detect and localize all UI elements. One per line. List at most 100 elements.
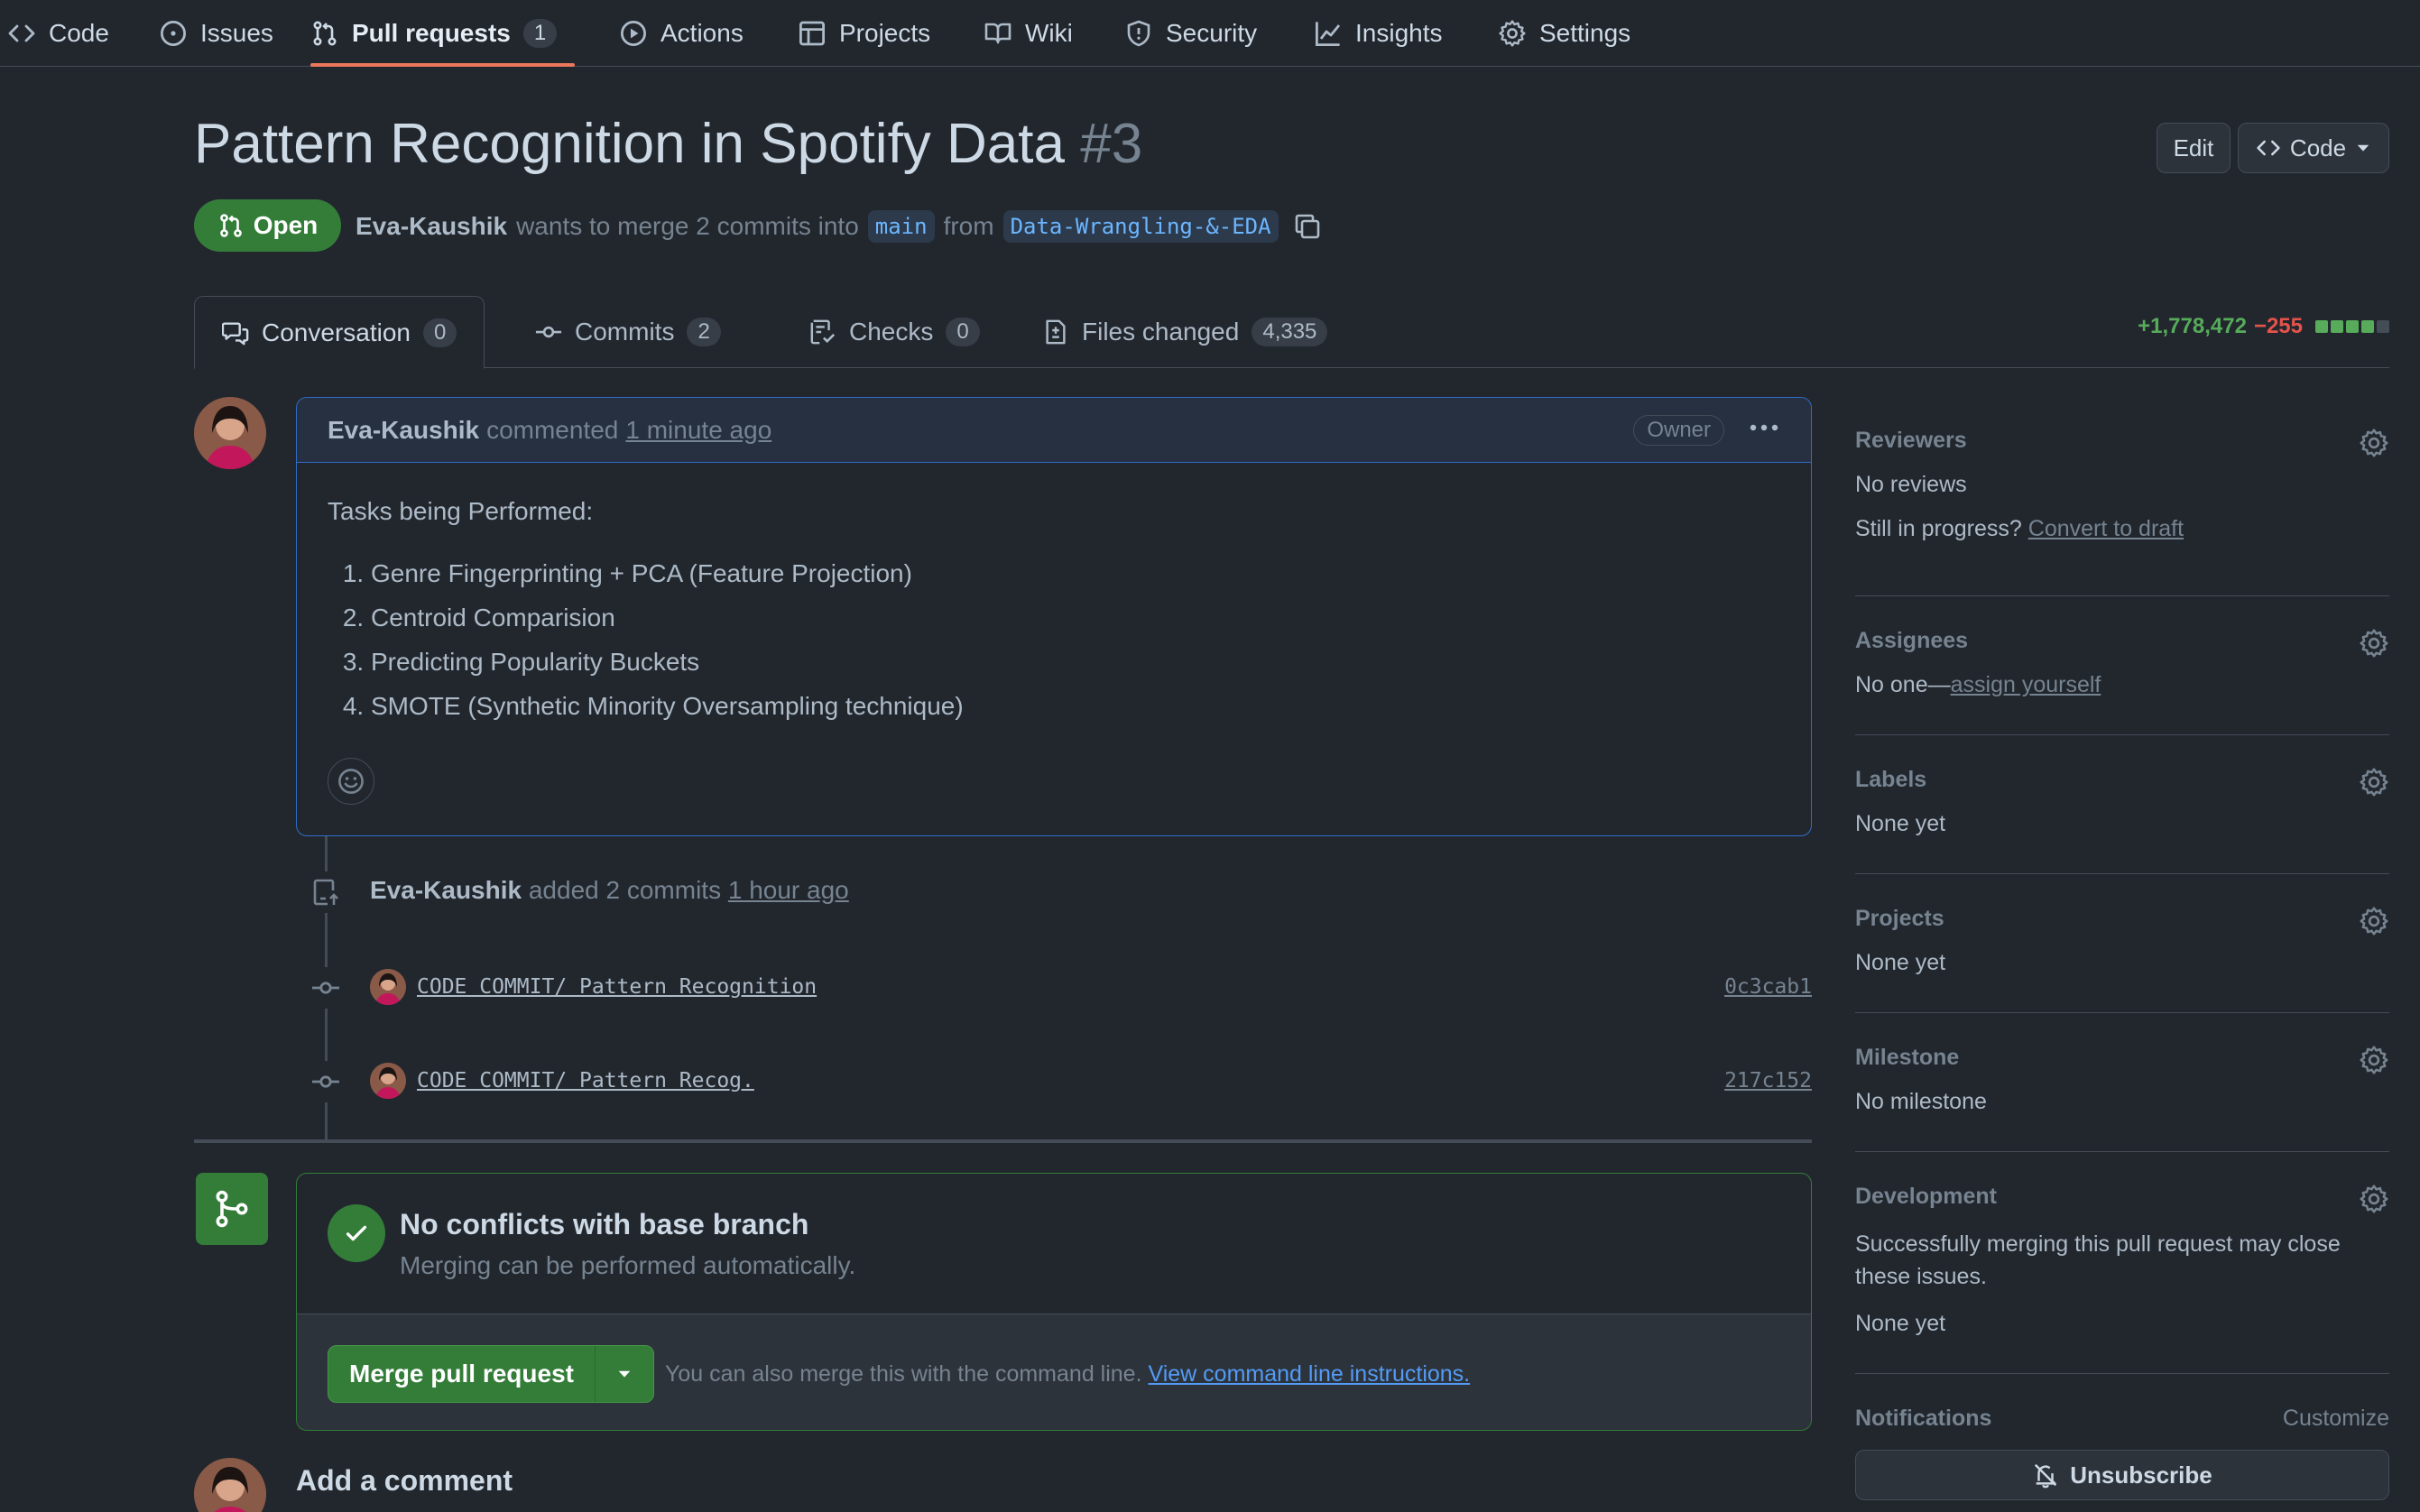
- gear-icon[interactable]: [2359, 767, 2389, 797]
- nav-actions[interactable]: Actions: [619, 0, 744, 67]
- gear-icon[interactable]: [2359, 628, 2389, 659]
- add-reaction-button[interactable]: [328, 758, 374, 805]
- avatar[interactable]: [194, 397, 266, 469]
- push-event: Eva-Kaushik added 2 commits 1 hour ago: [370, 876, 849, 905]
- avatar[interactable]: [370, 969, 406, 1005]
- tab-conversation[interactable]: Conversation 0: [194, 296, 485, 369]
- diffstat-block: [2377, 320, 2389, 333]
- nav-insights-label: Insights: [1355, 19, 1443, 47]
- development-value: None yet: [1855, 1311, 1946, 1336]
- commit-message[interactable]: CODE COMMIT/ Pattern Recog.: [417, 1069, 754, 1093]
- git-merge-icon: [196, 1173, 268, 1245]
- merge-hint: You can also merge this with the command…: [665, 1361, 1470, 1388]
- check-icon: [328, 1204, 385, 1262]
- pr-state-label: Open: [253, 211, 319, 239]
- merge-status-title: No conflicts with base branch: [400, 1208, 809, 1240]
- nav-settings[interactable]: Settings: [1498, 0, 1630, 67]
- commit-sha[interactable]: 0c3cab1: [1724, 975, 1812, 999]
- commit-message[interactable]: CODE COMMIT/ Pattern Recognition: [417, 975, 817, 999]
- gear-icon[interactable]: [2359, 428, 2389, 458]
- reviewers-title[interactable]: Reviewers: [1855, 428, 2389, 454]
- sidebar-labels: Labels None yet: [1855, 767, 2389, 848]
- pr-author-link[interactable]: Eva-Kaushik: [356, 212, 507, 241]
- triangle-down-icon: [2355, 140, 2371, 156]
- tab-checks-label: Checks: [849, 318, 934, 346]
- tab-commits[interactable]: Commits 2: [508, 296, 748, 368]
- nav-wiki[interactable]: Wiki: [984, 0, 1073, 67]
- owner-badge: Owner: [1633, 415, 1724, 446]
- diffstat-bar: [2315, 320, 2389, 333]
- command-line-instructions-link[interactable]: View command line instructions.: [1148, 1361, 1470, 1387]
- customize-link[interactable]: Customize: [2283, 1406, 2389, 1432]
- push-time[interactable]: 1 hour ago: [728, 876, 849, 904]
- head-branch[interactable]: Data-Wrangling-&-EDA: [1002, 210, 1279, 243]
- commit-sha[interactable]: 217c152: [1724, 1069, 1812, 1093]
- tab-checks-count: 0: [946, 318, 980, 346]
- tab-commits-count: 2: [687, 318, 721, 346]
- milestone-title[interactable]: Milestone: [1855, 1045, 2389, 1071]
- nav-issues-label: Issues: [200, 19, 273, 47]
- nav-projects-label: Projects: [839, 19, 931, 47]
- projects-value: None yet: [1855, 950, 1946, 975]
- gear-icon[interactable]: [2359, 1184, 2389, 1214]
- pr-tabs: Conversation 0 Commits 2 Checks 0 Files …: [194, 296, 2389, 369]
- avatar[interactable]: [370, 1063, 406, 1099]
- reviewers-value: No reviews: [1855, 472, 1967, 497]
- base-branch[interactable]: main: [867, 210, 935, 243]
- code-icon: [2256, 135, 2281, 161]
- nav-issues[interactable]: Issues: [159, 0, 273, 67]
- diffstat-additions: +1,778,472: [2138, 314, 2247, 338]
- nav-security-label: Security: [1166, 19, 1258, 47]
- nav-code[interactable]: Code: [7, 0, 109, 67]
- tab-files-changed[interactable]: Files changed 4,335: [1015, 296, 1354, 368]
- push-author[interactable]: Eva-Kaushik: [370, 876, 522, 904]
- merge-actions: Merge pull request You can also merge th…: [297, 1314, 1811, 1430]
- labels-title[interactable]: Labels: [1855, 767, 2389, 793]
- nav-code-label: Code: [49, 19, 109, 47]
- code-dropdown-button[interactable]: Code: [2238, 123, 2389, 173]
- nav-projects[interactable]: Projects: [798, 0, 930, 67]
- merge-method-dropdown[interactable]: [596, 1346, 653, 1402]
- push-text: added 2 commits: [528, 876, 722, 904]
- development-title[interactable]: Development: [1855, 1184, 2389, 1210]
- pr-description-comment: Eva-Kaushik commented 1 minute ago Owner…: [296, 397, 1812, 836]
- tab-checks[interactable]: Checks 0: [782, 296, 1007, 368]
- table-icon: [798, 19, 827, 48]
- merge-pull-request-button[interactable]: Merge pull request: [328, 1346, 596, 1402]
- copy-icon[interactable]: [1293, 212, 1322, 241]
- repo-push-icon: [305, 871, 346, 913]
- merge-button-group: Merge pull request: [328, 1345, 654, 1403]
- comment-author[interactable]: Eva-Kaushik: [328, 416, 479, 445]
- tab-files-changed-count: 4,335: [1252, 318, 1328, 346]
- sidebar-notifications: Notifications Customize: [1855, 1406, 2389, 1442]
- code-icon: [7, 19, 36, 48]
- git-pull-request-icon: [217, 212, 245, 239]
- nav-pull-requests[interactable]: Pull requests 1: [310, 0, 576, 67]
- assign-yourself-link[interactable]: assign yourself: [1951, 672, 2101, 697]
- list-item: Genre Fingerprinting + PCA (Feature Proj…: [371, 551, 1780, 595]
- nav-pull-requests-label: Pull requests: [352, 19, 511, 47]
- avatar[interactable]: [194, 1458, 266, 1512]
- tab-files-changed-label: Files changed: [1082, 318, 1240, 346]
- merge-box: No conflicts with base branch Merging ca…: [296, 1173, 1812, 1431]
- kebab-horizontal-icon[interactable]: [1748, 414, 1780, 441]
- nav-security[interactable]: Security: [1124, 0, 1257, 67]
- sidebar-divider: [1855, 1012, 2389, 1013]
- gear-icon: [1498, 19, 1527, 48]
- projects-title[interactable]: Projects: [1855, 906, 2389, 932]
- nav-wiki-label: Wiki: [1025, 19, 1073, 47]
- edit-button[interactable]: Edit: [2157, 123, 2231, 173]
- list-item: Predicting Popularity Buckets: [371, 640, 1780, 684]
- issue-opened-icon: [159, 19, 188, 48]
- timeline-separator: [194, 1139, 1812, 1143]
- comment-timestamp[interactable]: 1 minute ago: [625, 416, 771, 445]
- file-diff-icon: [1042, 318, 1069, 346]
- nav-insights[interactable]: Insights: [1314, 0, 1443, 67]
- gear-icon[interactable]: [2359, 906, 2389, 936]
- convert-to-draft-link[interactable]: Convert to draft: [2028, 516, 2184, 541]
- gear-icon[interactable]: [2359, 1045, 2389, 1075]
- unsubscribe-button[interactable]: Unsubscribe: [1855, 1450, 2389, 1500]
- pr-meta: Eva-Kaushik wants to merge 2 commits int…: [356, 204, 1322, 249]
- assignees-title[interactable]: Assignees: [1855, 628, 2389, 654]
- diffstat-deletions: −255: [2253, 314, 2303, 338]
